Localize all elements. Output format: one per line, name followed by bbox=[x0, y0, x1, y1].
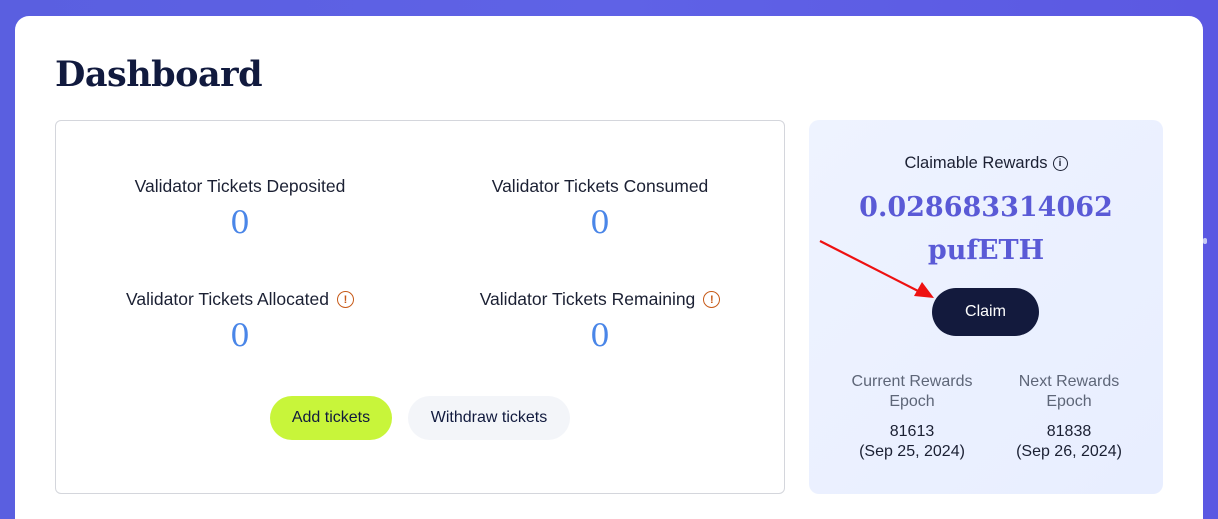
withdraw-tickets-button[interactable]: Withdraw tickets bbox=[408, 396, 570, 440]
stat-remaining: Validator Tickets Remaining ! 0 bbox=[450, 289, 750, 354]
current-epoch-label-line2: Epoch bbox=[889, 393, 935, 410]
next-epoch-label-line2: Epoch bbox=[1046, 393, 1092, 410]
current-epoch: Current Rewards Epoch 81613 (Sep 25, 202… bbox=[832, 372, 992, 462]
stat-consumed-label: Validator Tickets Consumed bbox=[491, 176, 709, 196]
scroll-indicator bbox=[1203, 238, 1207, 244]
stat-remaining-value: 0 bbox=[590, 318, 610, 354]
stat-consumed-value: 0 bbox=[590, 205, 610, 241]
next-epoch-label: Next Rewards bbox=[1018, 373, 1120, 390]
rewards-amount: 0.028683314062 bbox=[859, 192, 1113, 223]
next-epoch-value: 81838 bbox=[1046, 423, 1092, 440]
claim-button[interactable]: Claim bbox=[932, 288, 1039, 336]
rewards-panel: Claimable Rewards i 0.028683314062 pufET… bbox=[809, 120, 1163, 494]
add-tickets-button[interactable]: Add tickets bbox=[270, 396, 392, 440]
page-title: Dashboard bbox=[55, 54, 263, 95]
stat-allocated-label: Validator Tickets Allocated bbox=[126, 289, 329, 309]
claimable-rewards-label: Claimable Rewards bbox=[904, 154, 1048, 172]
current-epoch-label: Current Rewards bbox=[851, 373, 973, 390]
stat-deposited-value: 0 bbox=[230, 205, 250, 241]
current-epoch-value: 81613 bbox=[889, 423, 935, 440]
current-epoch-date: (Sep 25, 2024) bbox=[859, 443, 965, 460]
stat-deposited: Validator Tickets Deposited 0 bbox=[90, 176, 390, 241]
stat-allocated: Validator Tickets Allocated ! 0 bbox=[90, 289, 390, 354]
stat-consumed: Validator Tickets Consumed 0 bbox=[450, 176, 750, 241]
stat-deposited-label: Validator Tickets Deposited bbox=[134, 176, 346, 196]
dashboard-card: Dashboard Validator Tickets Deposited 0 … bbox=[15, 16, 1203, 519]
stat-remaining-label: Validator Tickets Remaining bbox=[479, 289, 696, 309]
tickets-panel: Validator Tickets Deposited 0 Validator … bbox=[55, 120, 785, 494]
stat-allocated-value: 0 bbox=[230, 318, 250, 354]
next-epoch: Next Rewards Epoch 81838 (Sep 26, 2024) bbox=[989, 372, 1149, 462]
info-icon[interactable]: i bbox=[1052, 156, 1068, 171]
info-alert-icon[interactable]: ! bbox=[336, 291, 354, 308]
info-alert-icon[interactable]: ! bbox=[703, 291, 721, 308]
next-epoch-date: (Sep 26, 2024) bbox=[1016, 443, 1122, 460]
annotation-arrow-icon bbox=[819, 240, 934, 298]
